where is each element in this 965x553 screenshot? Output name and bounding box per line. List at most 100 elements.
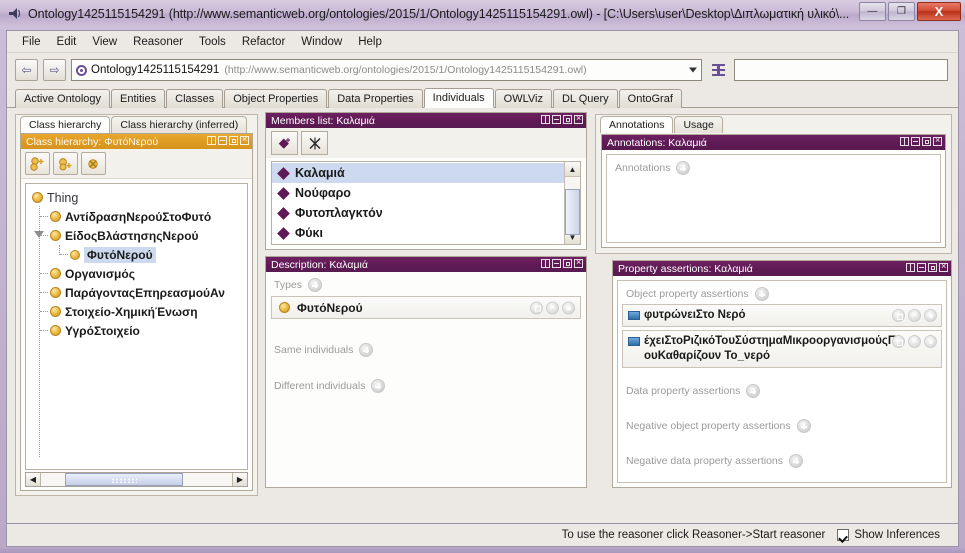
tree-item-antidrasi[interactable]: ΑντίδρασηΝερούΣτοΦυτό	[26, 207, 247, 226]
close-icon[interactable]	[574, 113, 583, 124]
scroll-track[interactable]	[41, 473, 232, 486]
forward-button[interactable]: ⇨	[43, 59, 66, 81]
menu-refactor[interactable]: Refactor	[235, 34, 292, 50]
maximize-icon[interactable]	[922, 137, 931, 146]
add-sibling-class-button[interactable]	[53, 152, 78, 175]
delete-individual-button[interactable]	[301, 131, 328, 155]
tab-object-properties[interactable]: Object Properties	[224, 89, 328, 108]
annotate-icon[interactable]	[924, 335, 937, 348]
tree-item-fyto-nerou[interactable]: ΦυτόΝερού	[26, 245, 247, 264]
delete-icon[interactable]	[908, 308, 921, 323]
minimize-icon[interactable]	[552, 259, 561, 268]
menu-view[interactable]: View	[85, 34, 124, 50]
tree-item-stoixeio[interactable]: Στοιχείο-ΧημικήΈνωση	[26, 302, 247, 321]
tab-dl-query[interactable]: DL Query	[552, 89, 618, 108]
property-assertions-content[interactable]: Object property assertions φυτρώνειΣτο Ν…	[617, 280, 947, 483]
back-button[interactable]: ⇦	[15, 59, 38, 81]
add-annotation-button[interactable]	[676, 161, 691, 175]
split-icon[interactable]	[900, 137, 909, 146]
scroll-thumb[interactable]	[65, 473, 183, 486]
minimize-icon[interactable]	[552, 115, 561, 124]
maximize-button[interactable]: ❐	[888, 2, 915, 21]
tab-classes[interactable]: Classes	[166, 89, 224, 108]
scroll-up-icon[interactable]: ▲	[565, 162, 580, 177]
tree-item-thing[interactable]: Thing	[26, 188, 247, 207]
tab-active-ontology[interactable]: Active Ontology	[15, 89, 111, 108]
scroll-track[interactable]	[565, 177, 580, 235]
menu-window[interactable]: Window	[294, 34, 349, 50]
close-icon[interactable]	[939, 261, 948, 272]
show-inferences-checkbox[interactable]	[837, 529, 850, 541]
add-negative-data-property-assertion-button[interactable]	[789, 454, 804, 468]
scroll-thumb[interactable]	[565, 189, 580, 235]
annotate-icon[interactable]	[562, 301, 575, 314]
scroll-left-icon[interactable]: ◀	[26, 473, 41, 486]
add-type-button[interactable]	[308, 278, 323, 292]
split-icon[interactable]	[906, 263, 915, 272]
ontology-selector[interactable]: Ontology1425115154291 (http://www.semant…	[71, 59, 702, 81]
list-item[interactable]: Φύκι	[272, 223, 564, 243]
add-data-property-assertion-button[interactable]	[746, 384, 761, 398]
class-tree[interactable]: Thing ΑντίδρασηΝερούΣτοΦυτό ΕίδοςΒλάστησ…	[25, 183, 248, 470]
minimize-button[interactable]: —	[859, 2, 886, 21]
type-row[interactable]: ΦυτόΝερού	[271, 296, 581, 319]
list-item[interactable]: Νούφαρο	[272, 183, 564, 203]
split-icon[interactable]	[541, 259, 550, 268]
tab-class-hierarchy-inferred[interactable]: Class hierarchy (inferred)	[111, 116, 248, 133]
minimize-icon[interactable]	[917, 263, 926, 272]
add-subclass-button[interactable]	[25, 152, 50, 175]
search-input[interactable]	[734, 59, 948, 81]
members-list-scrollbar[interactable]: ▲ ▼	[564, 162, 580, 244]
close-icon[interactable]	[933, 135, 942, 146]
split-icon[interactable]	[207, 136, 216, 145]
tab-class-hierarchy[interactable]: Class hierarchy	[20, 116, 111, 133]
class-tree-horizontal-scrollbar[interactable]: ◀ ▶	[25, 472, 248, 487]
maximize-icon[interactable]	[229, 136, 238, 145]
tab-annotations[interactable]: Annotations	[600, 116, 674, 133]
tree-item-eidos-vlastisis[interactable]: ΕίδοςΒλάστησηςΝερού	[26, 226, 247, 245]
delete-icon[interactable]	[908, 334, 921, 349]
add-object-property-assertion-button[interactable]	[754, 287, 769, 301]
minimize-icon[interactable]	[218, 136, 227, 145]
tree-item-paragontas[interactable]: ΠαράγονταςΕπηρεασμούΑν	[26, 283, 247, 302]
add-same-individual-button[interactable]	[359, 343, 374, 357]
maximize-icon[interactable]	[563, 115, 572, 124]
chevron-down-icon[interactable]	[689, 67, 697, 73]
menu-reasoner[interactable]: Reasoner	[126, 34, 190, 50]
menu-edit[interactable]: Edit	[50, 34, 84, 50]
tab-owlviz[interactable]: OWLViz	[494, 89, 552, 108]
maximize-icon[interactable]	[563, 259, 572, 268]
menu-help[interactable]: Help	[351, 34, 389, 50]
annotate-icon[interactable]	[924, 309, 937, 322]
members-list-box[interactable]: Καλαμιά Νούφαρο Φυτοπλαγκτόν Φύκι ▲ ▼	[271, 161, 581, 245]
menu-tools[interactable]: Tools	[192, 34, 233, 50]
add-different-individual-button[interactable]	[371, 379, 386, 393]
tab-individuals[interactable]: Individuals	[423, 88, 494, 108]
list-item[interactable]: Καλαμιά	[272, 163, 564, 183]
close-icon[interactable]	[574, 257, 583, 268]
add-negative-object-property-assertion-button[interactable]	[796, 419, 811, 433]
menu-file[interactable]: File	[15, 34, 48, 50]
tab-usage[interactable]: Usage	[674, 116, 723, 133]
delete-icon[interactable]	[546, 300, 559, 315]
list-item[interactable]: Φυτοπλαγκτόν	[272, 203, 564, 223]
search-icon[interactable]	[707, 59, 729, 81]
close-icon[interactable]	[240, 134, 249, 145]
tab-entities[interactable]: Entities	[111, 89, 166, 108]
object-property-assertion-row[interactable]: φυτρώνειΣτο Νερό	[622, 304, 942, 327]
minimize-icon[interactable]	[911, 137, 920, 146]
scroll-right-icon[interactable]: ▶	[232, 473, 247, 486]
close-button[interactable]: X	[917, 2, 961, 21]
split-icon[interactable]	[541, 115, 550, 124]
object-property-assertion-row[interactable]: έχειΣτοΡιζικόΤουΣύστημαΜικροοργανισμούςΠ…	[622, 330, 942, 368]
tab-ontograf[interactable]: OntoGraf	[618, 89, 682, 108]
delete-class-button[interactable]	[81, 152, 106, 175]
show-inferences-control[interactable]: Show Inferences	[837, 529, 940, 541]
annotations-body[interactable]: Annotations	[606, 154, 941, 243]
add-individual-button[interactable]	[271, 131, 298, 155]
edit-icon[interactable]	[892, 309, 905, 322]
tab-data-properties[interactable]: Data Properties	[328, 89, 423, 108]
tree-item-ygro-stoixeio[interactable]: ΥγρόΣτοιχείο	[26, 321, 247, 340]
edit-icon[interactable]	[530, 301, 543, 314]
maximize-icon[interactable]	[928, 263, 937, 272]
